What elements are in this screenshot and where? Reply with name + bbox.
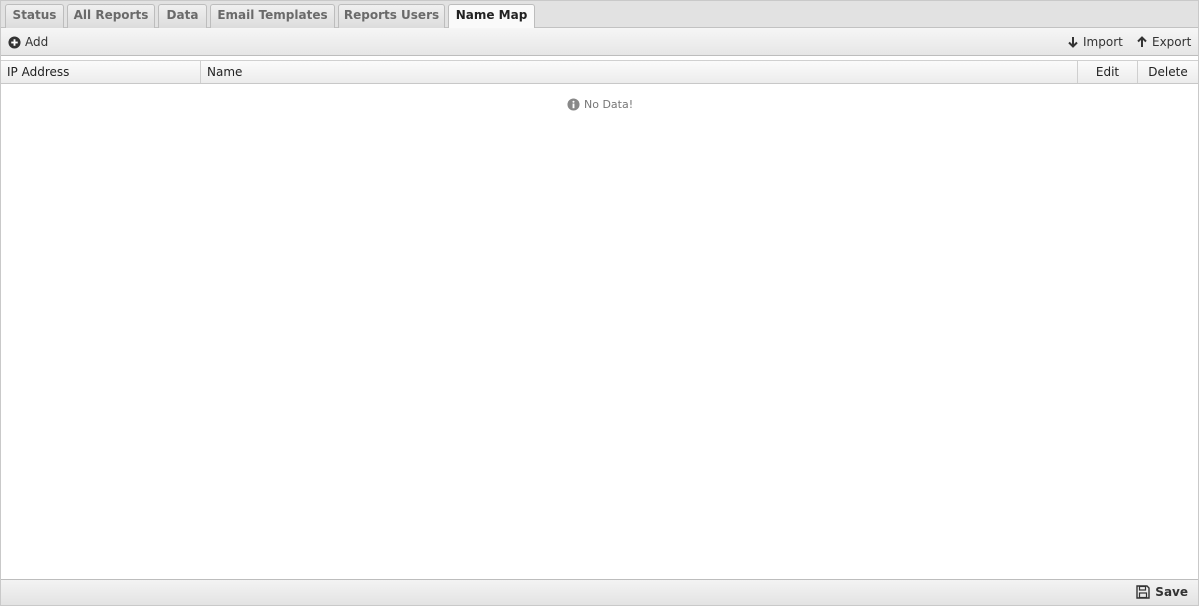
tab-status[interactable]: Status [5,4,64,28]
floppy-disk-icon [1136,585,1150,599]
save-label: Save [1155,585,1188,599]
column-header-delete[interactable]: Delete [1138,61,1198,83]
tab-bar: Status All Reports Data Email Templates … [1,1,1198,29]
save-button[interactable]: Save [1136,585,1188,599]
grid-header: IP Address Name Edit Delete [1,60,1198,84]
arrow-down-icon [1068,37,1078,48]
export-label: Export [1152,35,1192,49]
add-label: Add [25,35,49,49]
import-button[interactable]: Import [1067,34,1123,50]
empty-message-text: No Data! [584,98,634,111]
column-header-edit[interactable]: Edit [1078,61,1138,83]
tab-email-templates[interactable]: Email Templates [210,4,335,28]
tab-data[interactable]: Data [158,4,207,28]
info-icon [567,98,580,111]
export-button[interactable]: Export [1136,34,1191,50]
import-label: Import [1083,35,1123,49]
tab-reports-users[interactable]: Reports Users [338,4,445,28]
plus-circle-icon [8,35,21,49]
empty-message: No Data! [567,98,633,111]
toolbar: Add Import Export [1,28,1198,56]
footer-bar: Save [1,579,1198,605]
column-header-name[interactable]: Name [201,61,1078,83]
column-header-ip-address[interactable]: IP Address [1,61,201,83]
tab-all-reports[interactable]: All Reports [67,4,155,28]
add-button[interactable]: Add [8,34,48,50]
tab-name-map[interactable]: Name Map [448,4,535,29]
arrow-up-icon [1137,36,1147,47]
name-map-panel: Status All Reports Data Email Templates … [0,0,1199,606]
